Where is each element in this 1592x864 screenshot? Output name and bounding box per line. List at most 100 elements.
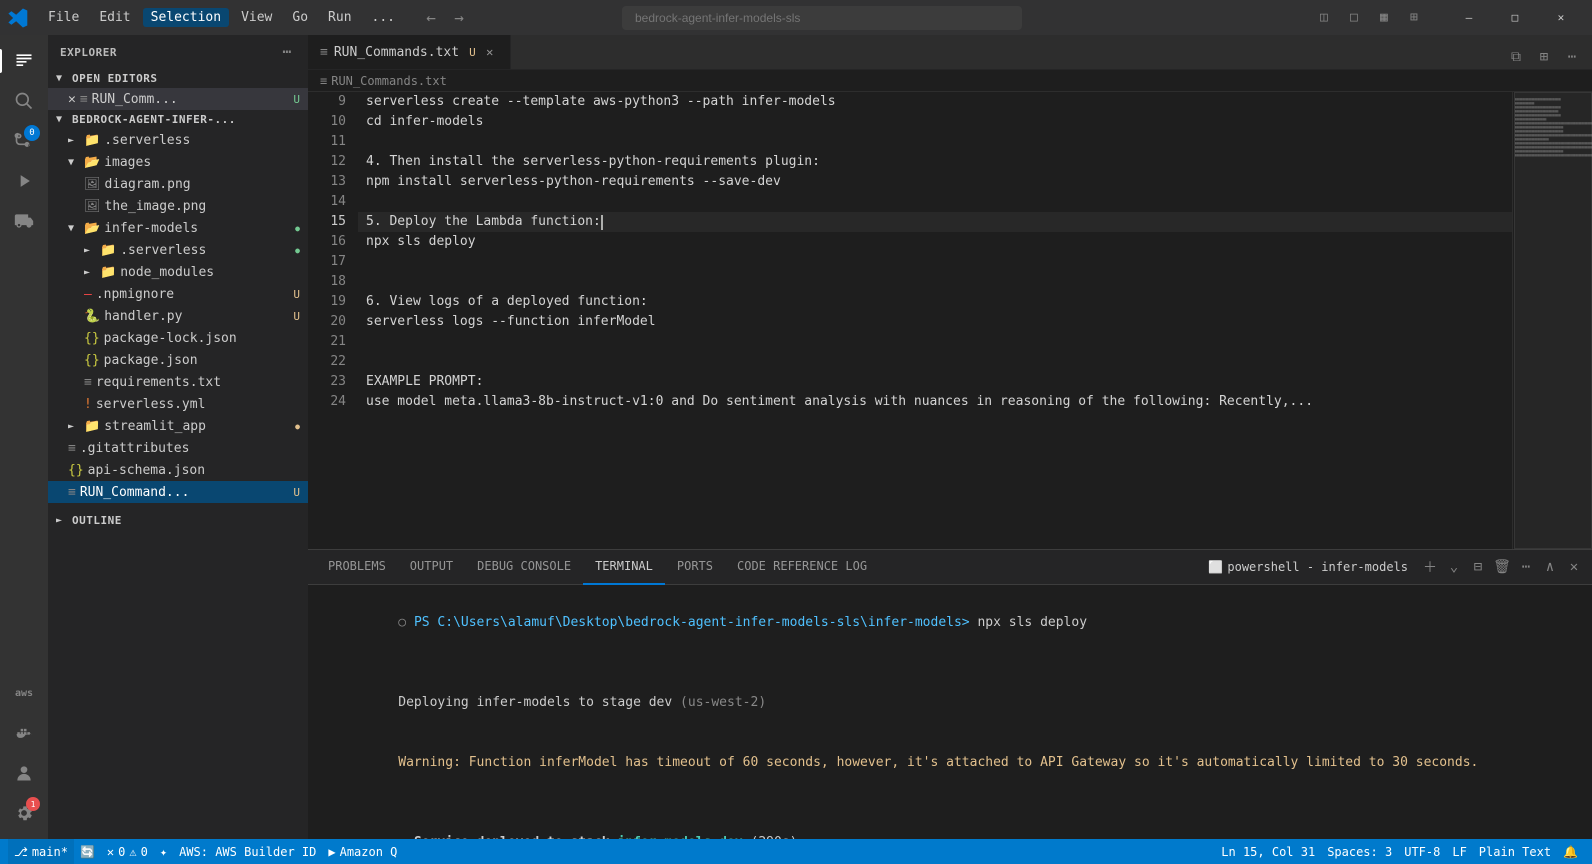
folder-open-icon: 📂	[84, 155, 100, 170]
editor-tab[interactable]: ≡ RUN_Commands.txt U ✕	[308, 35, 511, 69]
extensions-icon[interactable]	[6, 203, 42, 239]
file-text-icon: ≡	[80, 92, 88, 107]
serverless-folder[interactable]: ► 📁 .serverless	[48, 129, 308, 151]
file-name: the_image.png	[105, 199, 300, 214]
menu-edit[interactable]: Edit	[91, 8, 138, 27]
run-debug-icon[interactable]	[6, 163, 42, 199]
tab-terminal[interactable]: TERMINAL	[583, 550, 665, 585]
spaces-item[interactable]: Spaces: 3	[1321, 839, 1398, 864]
minimap-viewport[interactable]	[1514, 92, 1592, 549]
outline-chevron: ►	[56, 515, 68, 526]
menu-selection[interactable]: Selection	[143, 8, 229, 27]
terminal-deploying: Deploying infer-models to stage dev (us-…	[320, 673, 1580, 733]
streamlit-folder[interactable]: ► 📁 streamlit_app ●	[48, 415, 308, 437]
infer-models-folder[interactable]: ▼ 📂 infer-models ●	[48, 217, 308, 239]
search-input[interactable]	[622, 6, 1022, 30]
titlebar-search-area[interactable]	[622, 6, 1022, 30]
close-icon[interactable]: ✕	[68, 92, 76, 107]
aws-item[interactable]: AWS: AWS Builder ID	[173, 839, 322, 864]
search-icon[interactable]	[6, 83, 42, 119]
format-item[interactable]: ✦	[154, 839, 173, 864]
tab-close-button[interactable]: ✕	[482, 44, 498, 60]
code-editor[interactable]: serverless create --template aws-python3…	[358, 92, 1512, 549]
package-file[interactable]: {} package.json	[48, 349, 308, 371]
minimize-button[interactable]: —	[1446, 0, 1492, 35]
menu-run[interactable]: Run	[320, 8, 359, 27]
diagram-file[interactable]: 🖼 diagram.png	[48, 173, 308, 195]
folder-chevron: ►	[84, 267, 96, 278]
tab-code-reference-log[interactable]: CODE REFERENCE LOG	[725, 550, 879, 585]
requirements-file[interactable]: ≡ requirements.txt	[48, 371, 308, 393]
kill-terminal-button[interactable]: 🗑	[1492, 557, 1512, 577]
bell-item[interactable]: 🔔	[1557, 839, 1584, 864]
accounts-icon[interactable]	[6, 755, 42, 791]
explorer-title: Explorer	[60, 46, 117, 59]
back-button[interactable]: ←	[419, 6, 443, 30]
encoding-item[interactable]: UTF-8	[1398, 839, 1446, 864]
file-name: RUN_Command...	[80, 485, 290, 500]
open-editors-section[interactable]: ▼ Open Editors	[48, 69, 308, 88]
tab-ports[interactable]: PORTS	[665, 550, 725, 585]
serverless-yml-file[interactable]: ! serverless.yml	[48, 393, 308, 415]
the-image-file[interactable]: 🖼 the_image.png	[48, 195, 308, 217]
grid-layout-button[interactable]: ⊞	[1402, 6, 1426, 30]
folder-icon: 📁	[84, 133, 100, 148]
errors-item[interactable]: ✕ 0 ⚠ 0	[101, 839, 154, 864]
git-branch-item[interactable]: ⎇ main*	[8, 839, 74, 864]
menu-view[interactable]: View	[233, 8, 280, 27]
menu-go[interactable]: Go	[284, 8, 316, 27]
terminal-more-button[interactable]: ⋯	[1516, 557, 1536, 577]
serverless-subfolder[interactable]: ► 📁 .serverless ●	[48, 239, 308, 261]
forward-button[interactable]: →	[447, 6, 471, 30]
menu-file[interactable]: File	[40, 8, 87, 27]
close-panel-button[interactable]: ✕	[1564, 557, 1584, 577]
maximize-button[interactable]: □	[1492, 0, 1538, 35]
eol-item[interactable]: LF	[1446, 839, 1472, 864]
menu-more[interactable]: ...	[364, 8, 403, 27]
handler-file[interactable]: 🐍 handler.py U	[48, 305, 308, 327]
amazon-q-item[interactable]: ▶ Amazon Q	[322, 839, 403, 864]
project-section[interactable]: ▼ BEDROCK-AGENT-INFER-...	[48, 110, 308, 129]
panel-layout-button[interactable]: ▦	[1372, 6, 1396, 30]
npmignore-file[interactable]: — .npmignore U	[48, 283, 308, 305]
outline-section[interactable]: ► Outline	[48, 511, 308, 530]
window-controls: — □ ✕	[1446, 0, 1584, 35]
maximize-panel-button[interactable]: ∧	[1540, 557, 1560, 577]
terminal-dropdown-button[interactable]: ⌄	[1444, 557, 1464, 577]
new-file-button[interactable]: ⋯	[278, 43, 296, 61]
layout-button[interactable]: □	[1342, 6, 1366, 30]
docker-icon[interactable]	[6, 715, 42, 751]
more-actions-button[interactable]: ⋯	[1560, 45, 1584, 69]
source-control-icon[interactable]: 0	[6, 123, 42, 159]
code-line-9: serverless create --template aws-python3…	[358, 92, 1512, 112]
explorer-icon[interactable]	[6, 43, 42, 79]
gitattributes-file[interactable]: ≡ .gitattributes	[48, 437, 308, 459]
tab-output[interactable]: OUTPUT	[398, 550, 465, 585]
sidebar-toggle-button[interactable]: ◫	[1312, 6, 1336, 30]
line-col-item[interactable]: Ln 15, Col 31	[1215, 839, 1321, 864]
sync-item[interactable]: 🔄	[74, 839, 101, 864]
tab-problems[interactable]: PROBLEMS	[316, 550, 398, 585]
new-terminal-button[interactable]: ＋	[1420, 557, 1440, 577]
language-item[interactable]: Plain Text	[1473, 839, 1557, 864]
run-commands-file[interactable]: ≡ RUN_Command... U	[48, 481, 308, 503]
remote-explorer-icon[interactable]: aws	[6, 675, 42, 711]
split-editor-button[interactable]: ⧉	[1504, 45, 1528, 69]
close-button[interactable]: ✕	[1538, 0, 1584, 35]
language-label: Plain Text	[1479, 845, 1551, 859]
tab-debug-console[interactable]: DEBUG CONSOLE	[465, 550, 583, 585]
text-icon: ≡	[68, 485, 76, 500]
split-terminal-button[interactable]: ⊟	[1468, 557, 1488, 577]
settings-icon[interactable]: 1	[6, 795, 42, 831]
api-schema-file[interactable]: {} api-schema.json	[48, 459, 308, 481]
open-editor-item[interactable]: ✕ ≡ RUN_Comm... U	[48, 88, 308, 110]
images-folder[interactable]: ▼ 📂 images	[48, 151, 308, 173]
terminal-name: powershell - infer-models	[1227, 560, 1408, 574]
package-lock-file[interactable]: {} package-lock.json	[48, 327, 308, 349]
terminal-content[interactable]: ○ PS C:\Users\alamuf\Desktop\bedrock-age…	[308, 585, 1592, 839]
folder-icon: 📁	[100, 265, 116, 280]
editor-layout-button[interactable]: ⊞	[1532, 45, 1556, 69]
node-modules-folder[interactable]: ► 📁 node_modules	[48, 261, 308, 283]
editor-area: ≡ RUN_Commands.txt U ✕ ⧉ ⊞ ⋯ ≡ RUN_Comma…	[308, 35, 1592, 839]
folder-name: infer-models	[104, 221, 291, 236]
